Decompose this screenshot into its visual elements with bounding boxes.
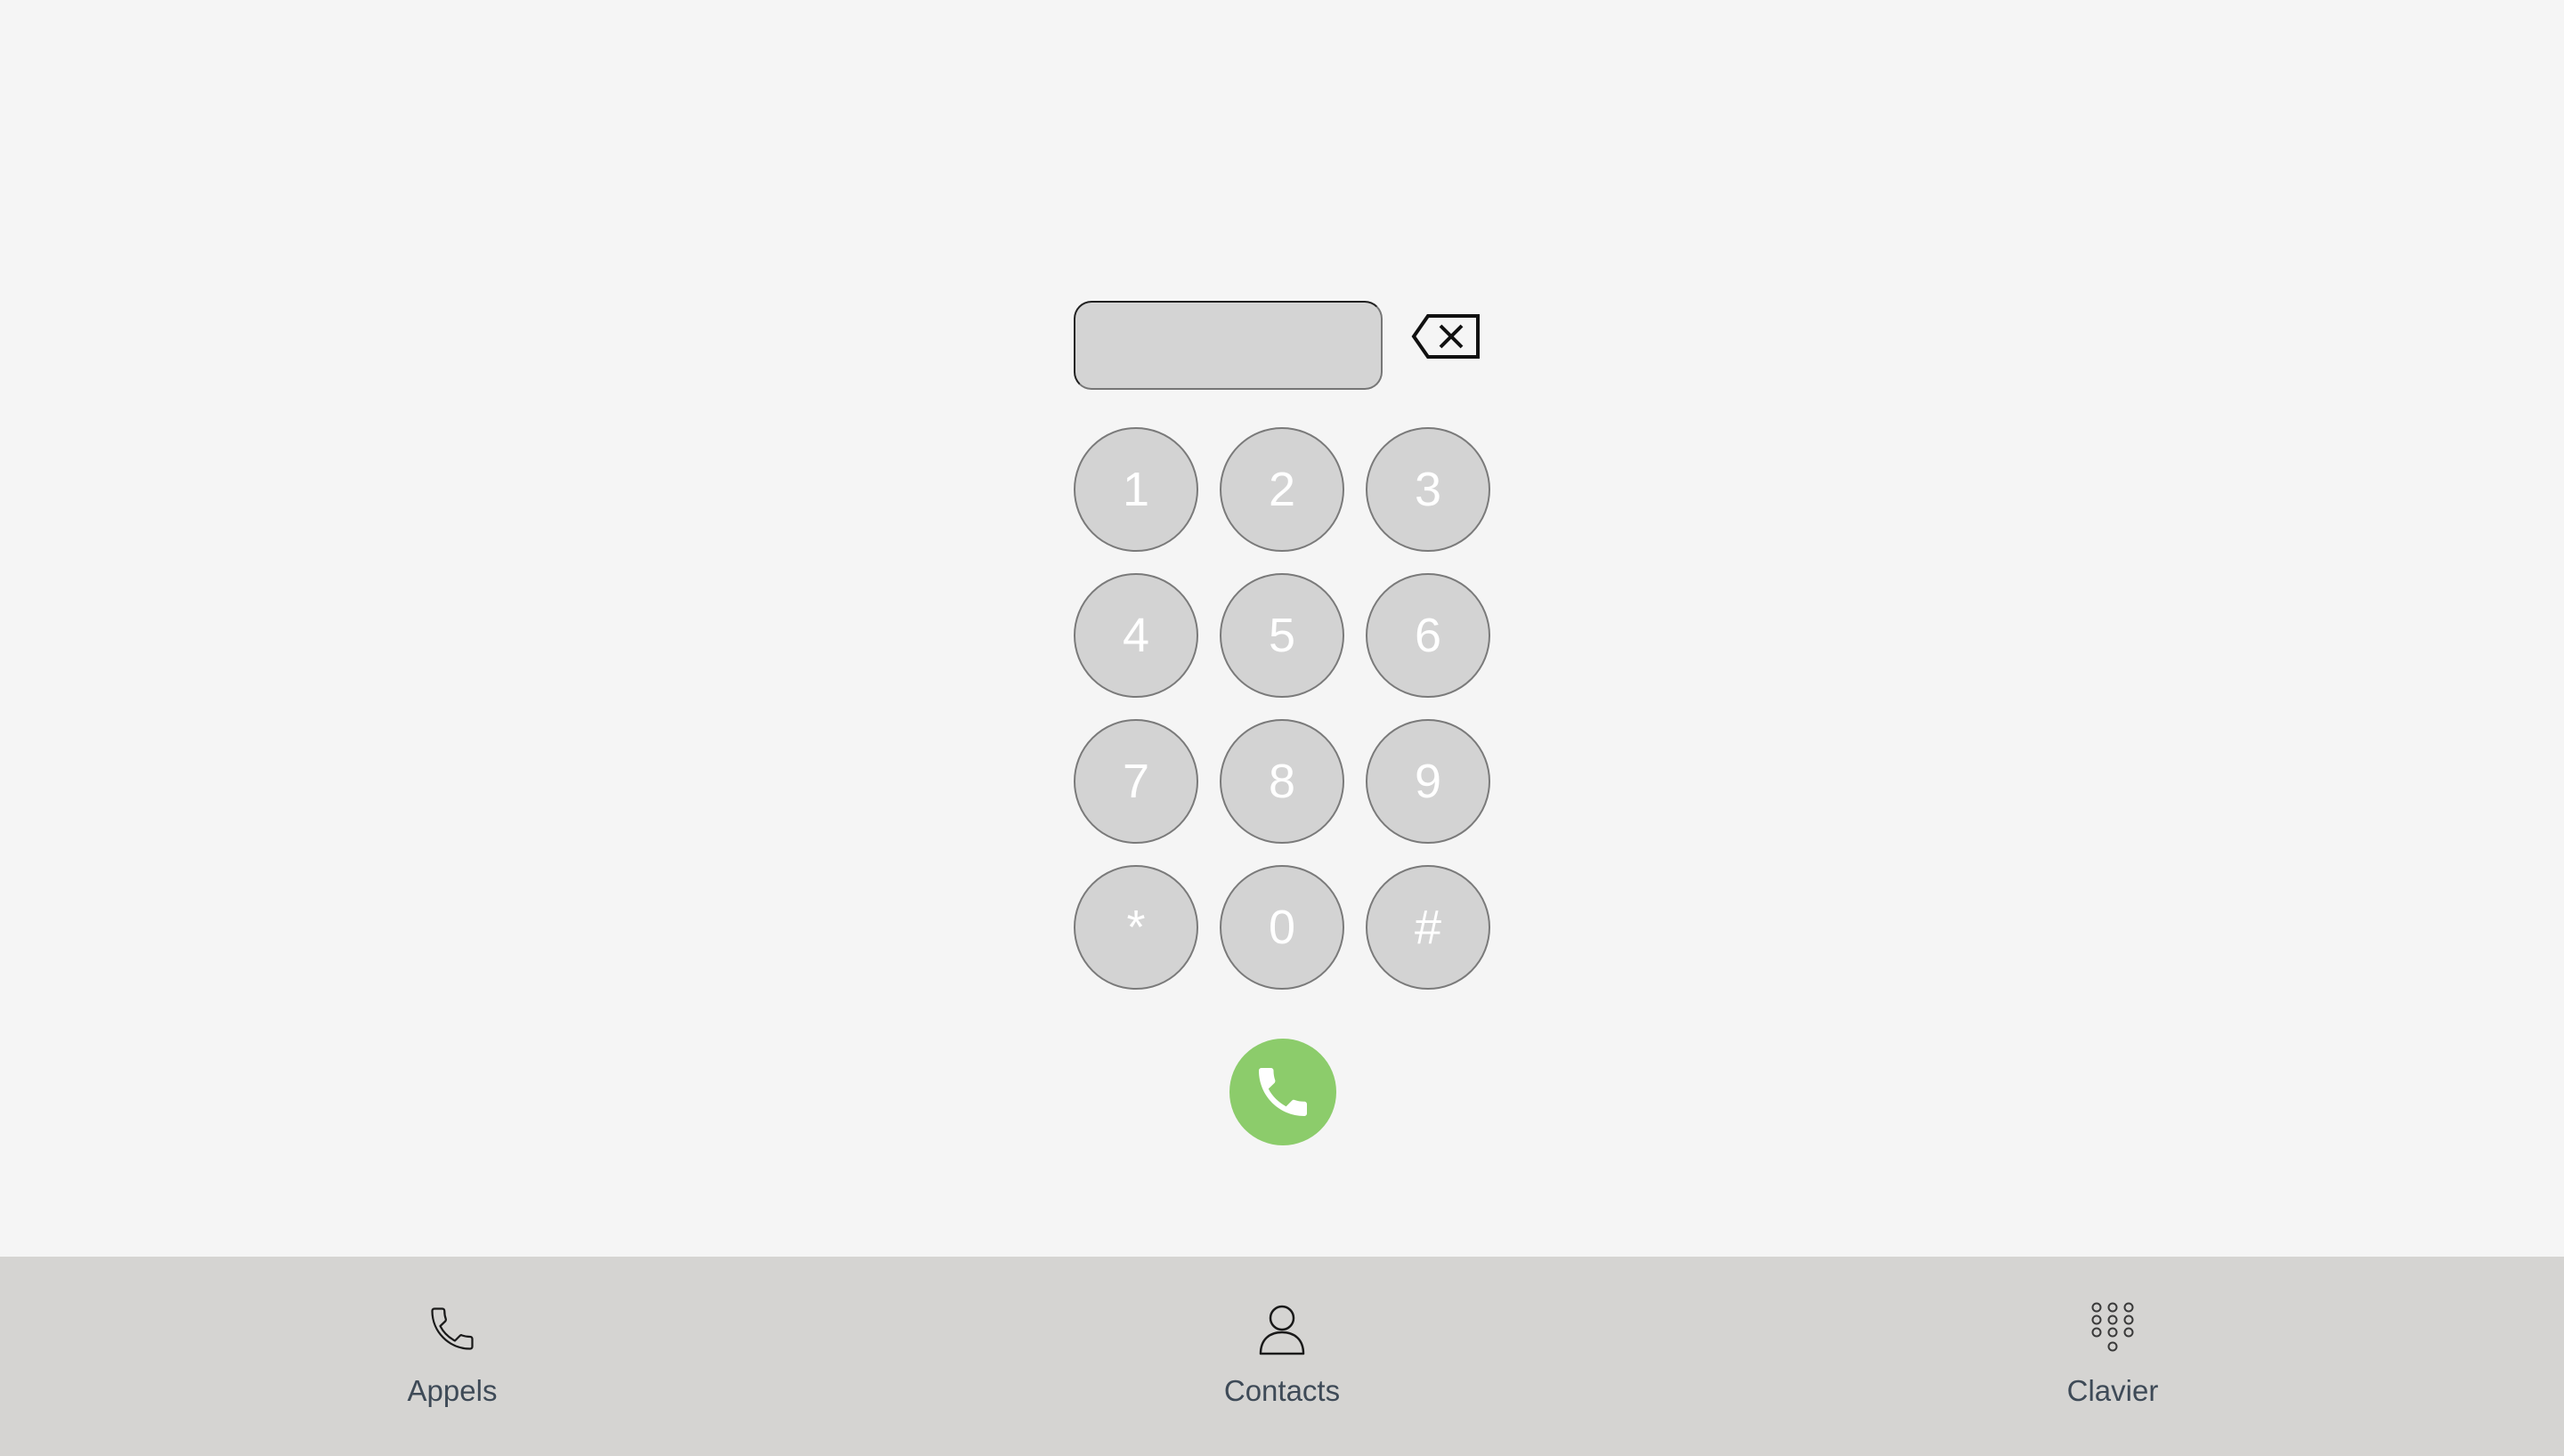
key-hash[interactable]: # [1366,865,1490,990]
tab-clavier[interactable]: Clavier [1970,1257,2255,1456]
keypad-icon [2081,1298,2144,1360]
tab-label-appels: Appels [407,1374,498,1407]
backspace-button[interactable] [1410,312,1481,360]
call-button[interactable] [1229,1039,1336,1145]
key-9[interactable]: 9 [1366,719,1490,844]
key-0[interactable]: 0 [1220,865,1344,990]
key-3[interactable]: 3 [1366,427,1490,552]
number-display-input[interactable] [1074,301,1383,390]
key-8[interactable]: 8 [1220,719,1344,844]
key-5[interactable]: 5 [1220,573,1344,698]
phone-icon [1259,1068,1307,1116]
tab-appels[interactable]: Appels [310,1257,595,1456]
tab-contacts[interactable]: Contacts [1140,1257,1424,1456]
key-7[interactable]: 7 [1074,719,1198,844]
key-2[interactable]: 2 [1220,427,1344,552]
key-4[interactable]: 4 [1074,573,1198,698]
phone-icon [421,1298,483,1360]
tab-label-clavier: Clavier [2066,1374,2159,1407]
person-icon [1251,1298,1313,1360]
dialer-screen: 1 2 3 4 5 6 7 8 9 * 0 # Appels Contacts … [0,0,2564,1456]
key-1[interactable]: 1 [1074,427,1198,552]
key-6[interactable]: 6 [1366,573,1490,698]
tab-label-contacts: Contacts [1223,1374,1341,1407]
backspace-icon [1411,314,1480,359]
bottom-tab-bar: Appels Contacts Clavier [0,1257,2564,1456]
key-star[interactable]: * [1074,865,1198,990]
